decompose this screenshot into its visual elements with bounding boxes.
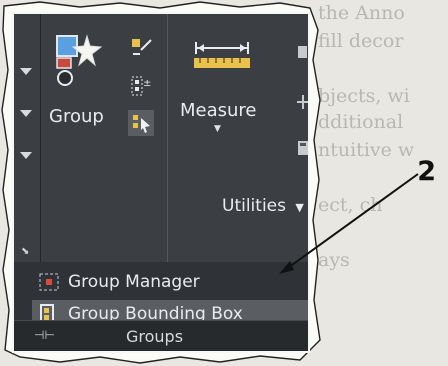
point-id-icon[interactable] xyxy=(296,44,308,60)
measure-button[interactable]: Measure xyxy=(180,100,257,121)
dropdown-arrow-icon[interactable] xyxy=(20,110,32,117)
svg-text:±: ± xyxy=(143,78,151,89)
callout-number: 2 xyxy=(417,156,436,187)
utilities-ribbon-panel: Measure ▼ Utilities ▼ xyxy=(168,14,308,262)
utilities-dropdown-icon: ▼ xyxy=(295,201,304,214)
group-selection-icon[interactable] xyxy=(128,110,154,136)
ungroup-icon[interactable] xyxy=(129,36,153,60)
groups-ribbon-panel: Group ± xyxy=(41,14,167,262)
crosshair-icon[interactable] xyxy=(296,94,308,110)
groups-panel-title: Groups xyxy=(126,327,184,346)
measure-dropdown-icon[interactable]: ▼ xyxy=(214,124,221,134)
group-button[interactable]: Group xyxy=(49,106,104,127)
groups-panel-footer[interactable]: ⊣⊢ Groups xyxy=(14,320,308,351)
utilities-label: Utilities xyxy=(222,196,286,216)
dropdown-arrow-icon[interactable] xyxy=(20,68,32,75)
measure-icon xyxy=(194,42,250,68)
autocad-ribbon-screenshot: ⬊ Group ± Measure ▼ Utilities ▼ Group Ma… xyxy=(14,14,308,351)
menu-item-group-manager[interactable]: Group Manager xyxy=(32,268,308,298)
calculator-icon[interactable] xyxy=(296,140,308,156)
utilities-panel-title[interactable]: Utilities ▼ xyxy=(222,196,304,216)
group-manager-icon xyxy=(39,273,59,291)
menu-item-label: Group Manager xyxy=(68,272,200,292)
group-icon xyxy=(56,34,103,86)
panel-pin-icon[interactable]: ⊣⊢ xyxy=(34,328,55,342)
group-edit-icon[interactable]: ± xyxy=(129,74,153,98)
left-ribbon-strip: ⬊ xyxy=(14,14,41,262)
dropdown-arrow-icon[interactable] xyxy=(20,152,32,159)
panel-expand-icon[interactable]: ⬊ xyxy=(21,246,29,257)
